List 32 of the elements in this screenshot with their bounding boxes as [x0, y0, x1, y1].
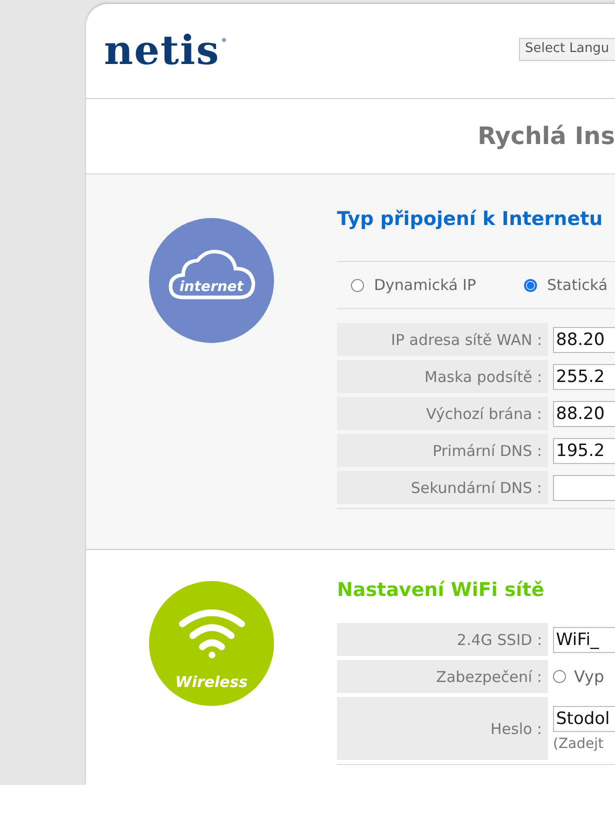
field-label: Primární DNS :: [432, 442, 542, 460]
input-field[interactable]: [553, 474, 615, 500]
field-hint: (Zadejt: [553, 736, 605, 752]
input-field[interactable]: 88.20: [553, 326, 615, 352]
field-label: IP adresa sítě WAN :: [391, 330, 542, 348]
option-label: Statická: [547, 276, 608, 294]
option-label: Vyp: [574, 667, 604, 686]
option-label: Dynamická IP: [374, 276, 476, 294]
badge-label: Wireless: [174, 673, 249, 691]
registered-icon: [222, 38, 226, 42]
page-title: Rychlá Ins: [478, 122, 615, 150]
radio-button[interactable]: [351, 278, 364, 292]
field-label: Heslo :: [490, 720, 542, 738]
input-field[interactable]: 88.20: [553, 400, 615, 426]
radio-button[interactable]: [524, 278, 538, 292]
connection-type-option[interactable]: Statická: [524, 276, 608, 294]
language-select[interactable]: Select Langu: [519, 38, 615, 60]
field-label: 2.4G SSID :: [456, 630, 542, 648]
input-field[interactable]: 195.2: [553, 438, 615, 464]
field-label: Zabezpečení :: [436, 668, 542, 686]
section-heading: Nastavení WiFi sítě: [337, 579, 546, 601]
connection-type-option[interactable]: Dynamická IP: [351, 276, 476, 294]
input-field[interactable]: Stodol: [553, 706, 615, 732]
radio-button[interactable]: [553, 670, 566, 683]
field-label: Maska podsítě :: [424, 368, 542, 386]
input-field[interactable]: WiFi_: [553, 626, 615, 652]
field-label: Sekundární DNS :: [410, 478, 542, 496]
section-heading: Typ připojení k Internetu: [337, 208, 604, 230]
field-label: Výchozí brána :: [426, 404, 542, 422]
netis-logo: netis: [104, 31, 220, 71]
input-field[interactable]: 255.2: [553, 364, 615, 390]
badge-label: internet: [178, 279, 245, 295]
